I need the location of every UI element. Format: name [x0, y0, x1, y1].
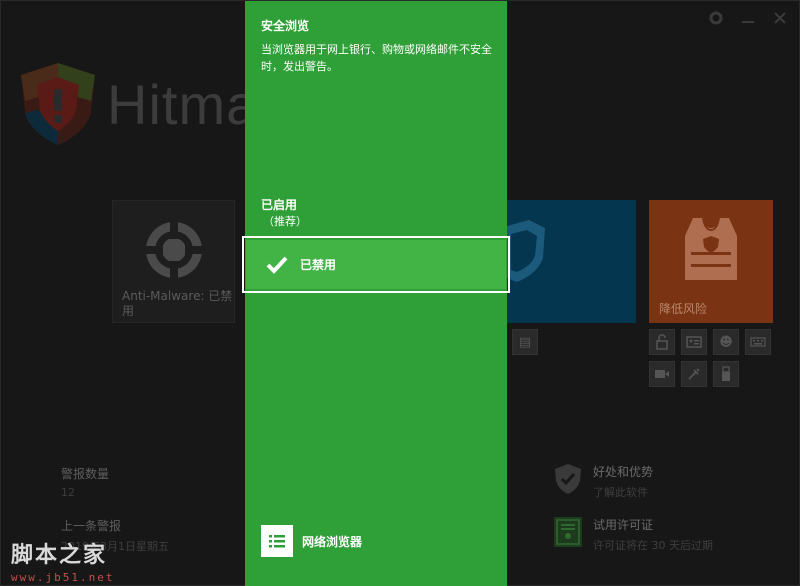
option-disabled-selected[interactable]: 已禁用 — [246, 240, 506, 289]
watermark-text: 脚本之家 — [11, 542, 108, 568]
option-enabled[interactable]: 已启用 — [261, 196, 297, 213]
minimize-icon[interactable] — [739, 9, 757, 27]
trial-title: 试用许可证 — [593, 518, 654, 532]
app-window: Hitma Anti-Malware: 已禁用 降低风险 ▤ ☻ 警报数量 12… — [0, 0, 800, 586]
benefits-link[interactable]: 好处和优势 了解此软件 — [552, 463, 653, 500]
badge-check-icon — [552, 463, 584, 495]
anti-malware-label: Anti-Malware: 已禁用 — [122, 289, 233, 318]
app-logo: Hitma — [19, 61, 258, 147]
last-alert-title: 上一条警报 — [61, 519, 122, 533]
trial-license-link[interactable]: 试用许可证 许可证将在 30 天后过期 — [552, 516, 713, 553]
face-icon[interactable]: ☻ — [713, 329, 739, 355]
contacts-icon[interactable]: ▤ — [512, 329, 538, 355]
safe-browsing-panel: 安全浏览 当浏览器用于网上银行、购物或网络邮件不安全时，发出警告。 已启用 （推… — [242, 1, 510, 586]
trial-subtitle: 许可证将在 30 天后过期 — [593, 539, 713, 552]
gear-icon[interactable] — [707, 9, 725, 27]
watermark-url: www.jb51.net — [11, 571, 115, 584]
panel-title: 安全浏览 — [261, 19, 310, 33]
benefits-subtitle: 了解此软件 — [593, 486, 648, 499]
window-controls — [707, 9, 789, 27]
id-card-icon[interactable] — [681, 329, 707, 355]
vest-icon — [685, 217, 737, 280]
option-disabled-label: 已禁用 — [300, 258, 337, 272]
webcam-icon[interactable] — [649, 361, 675, 387]
syringe-icon[interactable] — [681, 361, 707, 387]
web-browsers-label: 网络浏览器 — [302, 534, 363, 549]
safe-browsing-tile[interactable] — [507, 200, 636, 323]
app-logo-text: Hitma — [107, 72, 259, 136]
padlock-icon[interactable] — [649, 329, 675, 355]
anti-malware-tile[interactable]: Anti-Malware: 已禁用 — [112, 200, 235, 323]
shield-icon — [507, 220, 545, 282]
web-browsers-link[interactable]: 网络浏览器 — [261, 525, 362, 557]
target-icon — [143, 219, 205, 281]
alert-count: 警报数量 12 — [61, 465, 109, 499]
alert-count-value: 12 — [61, 486, 75, 499]
hitman-shield-icon — [21, 63, 95, 145]
option-disabled[interactable]: 已禁用 — [242, 236, 510, 293]
close-icon[interactable] — [771, 9, 789, 27]
list-icon — [261, 525, 293, 557]
watermark: 脚本之家 www.jb51.net — [11, 537, 114, 584]
reduce-risk-tile[interactable]: 降低风险 — [649, 200, 773, 323]
checkmark-icon — [264, 252, 290, 278]
keyboard-icon[interactable] — [745, 329, 771, 355]
benefits-title: 好处和优势 — [593, 465, 654, 479]
reduce-risk-label: 降低风险 — [659, 302, 708, 316]
usb-drive-icon[interactable] — [713, 361, 739, 387]
alert-count-title: 警报数量 — [61, 467, 110, 481]
certificate-icon — [552, 516, 584, 548]
panel-description: 当浏览器用于网上银行、购物或网络邮件不安全时，发出警告。 — [261, 43, 492, 73]
option-recommended-note: （推荐） — [263, 215, 307, 228]
